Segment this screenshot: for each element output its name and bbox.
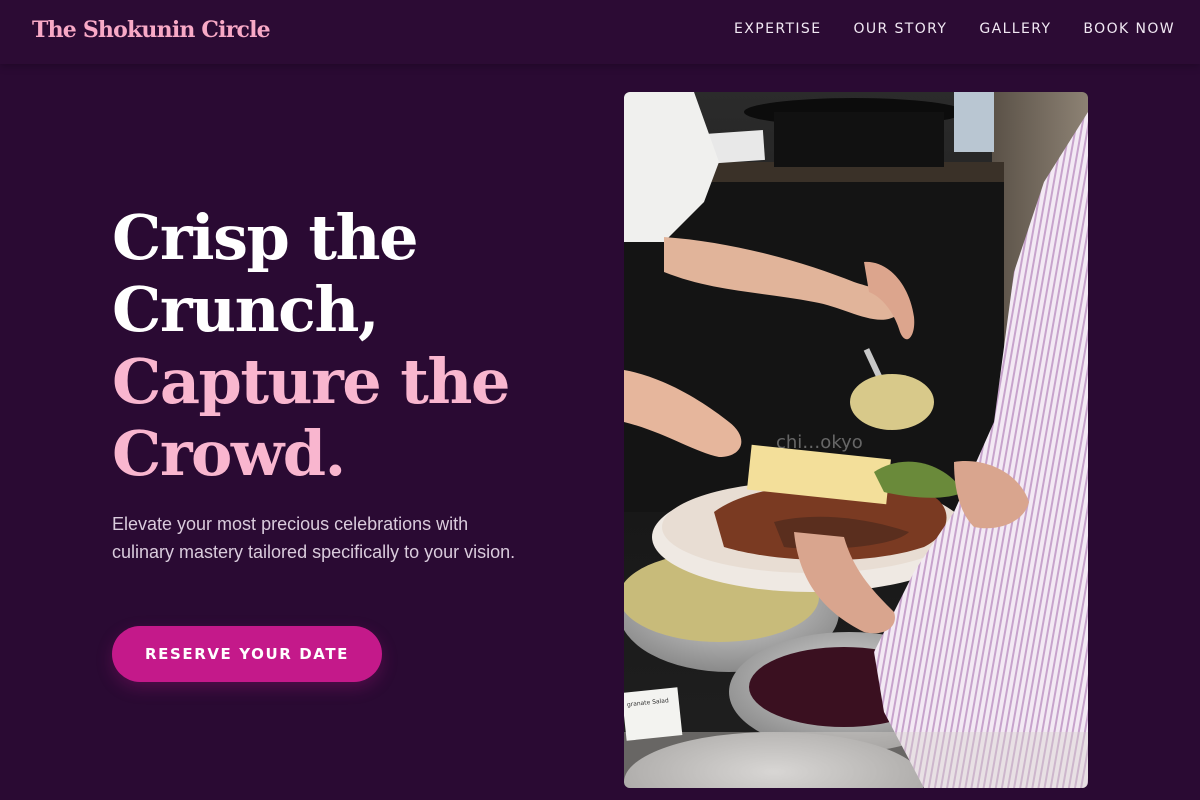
top-navbar: The Shokunin Circle EXPERTISE OUR STORY … (0, 0, 1200, 64)
nav-expertise[interactable]: EXPERTISE (734, 21, 821, 37)
hero-subtitle: Elevate your most precious celebrations … (112, 514, 516, 562)
nav-book-now[interactable]: BOOK NOW (1083, 21, 1175, 37)
nav-gallery[interactable]: GALLERY (979, 21, 1051, 37)
hero-food-photo: chi…okyo granate Salad (624, 92, 1088, 788)
hero-title: Crisp the Crunch, Capture the Crowd. (112, 202, 582, 490)
brand-logo[interactable]: The Shokunin Circle (32, 17, 271, 43)
photo-watermark: chi…okyo (776, 432, 863, 453)
hero-title-line-4: Crowd. (112, 417, 346, 490)
hero-title-line-1: Crisp the (112, 201, 419, 274)
hero-title-line-2: Crunch, (112, 273, 380, 346)
nav-our-story[interactable]: OUR STORY (853, 21, 947, 37)
reserve-date-button[interactable]: RESERVE YOUR DATE (112, 626, 382, 682)
salad-label-card: granate Salad (624, 687, 683, 741)
main-nav: EXPERTISE OUR STORY GALLERY BOOK NOW (734, 21, 1175, 37)
hero-title-line-3: Capture the (112, 345, 510, 418)
